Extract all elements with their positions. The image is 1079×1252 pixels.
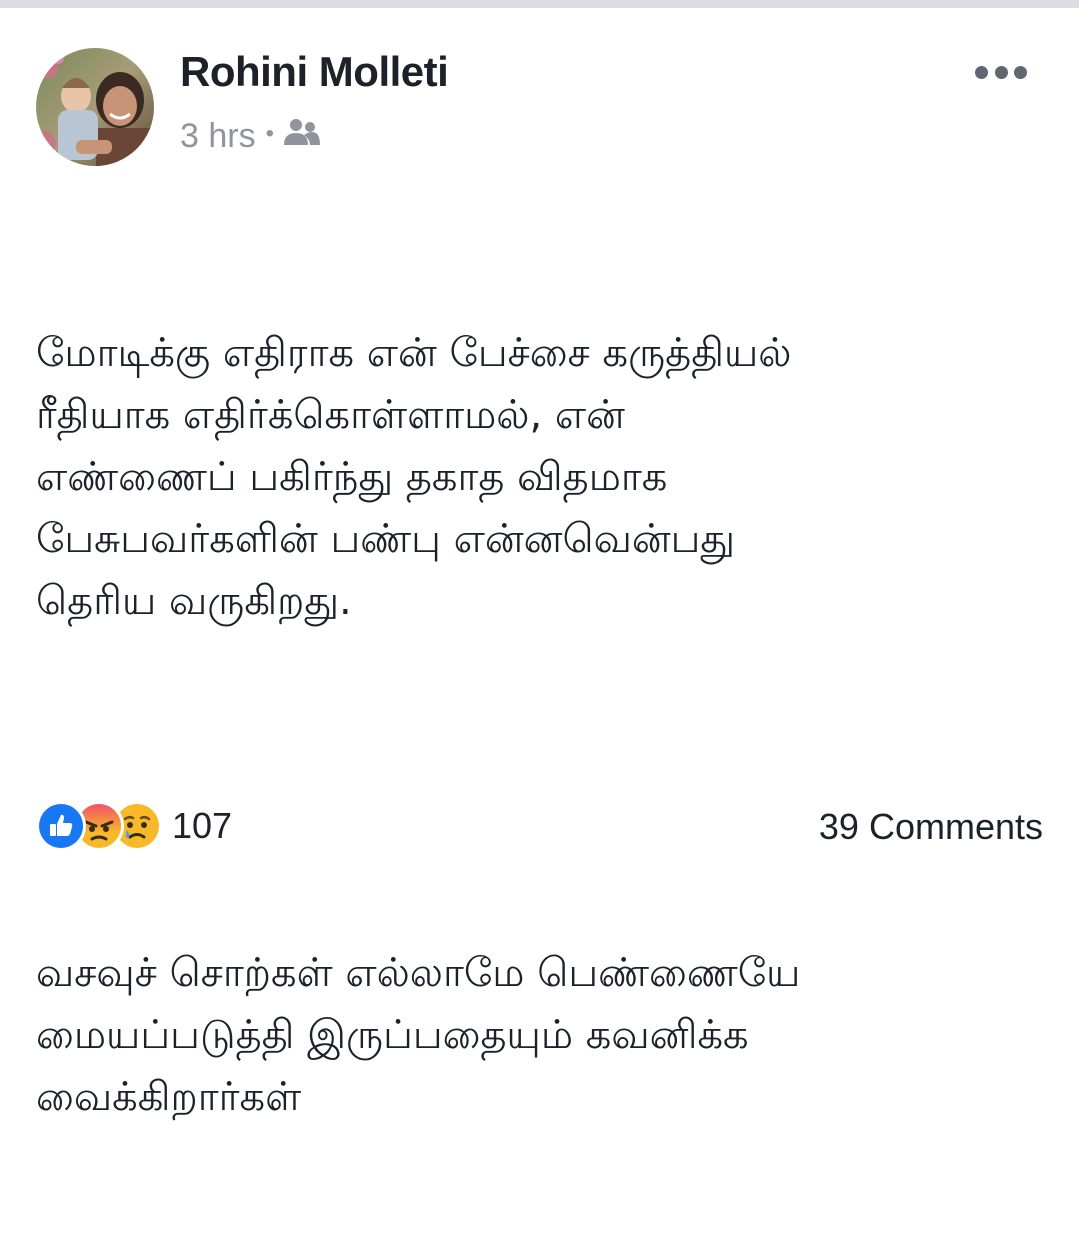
comments-link[interactable]: 39 Comments: [819, 806, 1043, 848]
top-divider: [0, 0, 1079, 8]
avatar-photo: [36, 48, 154, 166]
more-options-icon[interactable]: [975, 62, 1027, 82]
post-timestamp[interactable]: 3 hrs: [180, 117, 256, 156]
friends-icon[interactable]: [282, 117, 320, 156]
post-paragraph: மோடிக்கு எதிராக என் பேச்சை கருத்தியல் ரீ…: [36, 330, 792, 624]
reaction-count: 107: [172, 805, 233, 846]
post-meta: 3 hrs •: [180, 116, 320, 156]
avatar[interactable]: [36, 48, 154, 166]
post-card: Rohini Molleti 3 hrs • மோடிக்கு எதிராக எ…: [0, 8, 1079, 1120]
reactions-summary[interactable]: 107: [36, 801, 232, 851]
author-name[interactable]: Rohini Molleti: [180, 48, 449, 96]
meta-separator: •: [265, 120, 274, 147]
post-body: மோடிக்கு எதிராக என் பேச்சை கருத்தியல் ரீ…: [36, 198, 1036, 1252]
post-paragraph: வசவுச் சொற்கள் எல்லாமே பெண்ணையே மையப்படு…: [36, 950, 801, 1120]
like-icon: [36, 801, 86, 851]
